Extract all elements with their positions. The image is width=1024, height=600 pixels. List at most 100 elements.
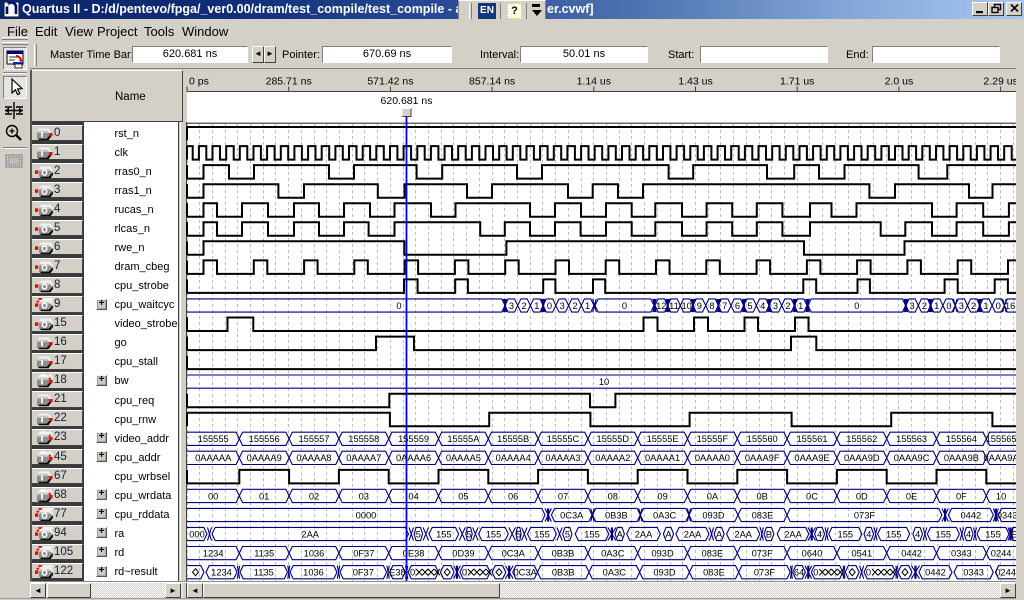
svg-text:0AAAA7: 0AAAA7: [346, 453, 381, 463]
svg-text:0AAAA9: 0AAAA9: [247, 453, 282, 463]
svg-text:1: 1: [585, 301, 590, 311]
svg-text:0AAA9E: 0AAA9E: [794, 453, 829, 463]
svg-text:1135: 1135: [254, 568, 274, 578]
svg-text:06: 06: [508, 491, 518, 501]
svg-text:15555E: 15555E: [647, 434, 679, 444]
svg-text:155: 155: [584, 529, 600, 539]
svg-text:5: 5: [416, 529, 421, 539]
svg-text:2: 2: [785, 301, 790, 311]
svg-text:155: 155: [886, 529, 902, 539]
svg-text:15555C: 15555C: [547, 434, 580, 444]
svg-text:0A3C: 0A3C: [603, 568, 627, 578]
svg-text:64: 64: [794, 568, 804, 578]
svg-text:0442: 0442: [960, 510, 981, 520]
svg-text:0AAAA6: 0AAAA6: [396, 453, 431, 463]
svg-text:155: 155: [436, 529, 452, 539]
svg-text:857.14 ns: 857.14 ns: [469, 76, 515, 88]
svg-text:0D: 0D: [856, 491, 868, 501]
svg-text:1: 1: [934, 301, 939, 311]
svg-text:073F: 073F: [754, 568, 776, 578]
svg-text:12: 12: [656, 301, 666, 311]
svg-text:0: 0: [462, 568, 467, 578]
svg-text:15555D: 15555D: [597, 434, 630, 444]
svg-text:8: 8: [709, 301, 714, 311]
svg-text:0AAA9C: 0AAA9C: [894, 453, 930, 463]
svg-text:0442: 0442: [925, 568, 946, 578]
svg-text:0AAAA3: 0AAAA3: [545, 453, 580, 463]
svg-text:15555A: 15555A: [447, 434, 480, 444]
svg-text:0: 0: [946, 301, 951, 311]
svg-text:4: 4: [915, 529, 920, 539]
svg-text:00: 00: [208, 491, 218, 501]
svg-text:2: 2: [922, 301, 927, 311]
svg-text:155: 155: [985, 529, 1001, 539]
svg-text:2AA: 2AA: [684, 529, 702, 539]
svg-text:2AA: 2AA: [635, 529, 653, 539]
svg-text:15555B: 15555B: [497, 434, 529, 444]
svg-text:08: 08: [608, 491, 618, 501]
svg-text:7: 7: [722, 301, 727, 311]
svg-text:2: 2: [971, 301, 976, 311]
svg-text:155559: 155559: [398, 434, 429, 444]
svg-text:0C3A: 0C3A: [502, 549, 526, 559]
svg-text:0E: 0E: [906, 491, 917, 501]
svg-text:15555F: 15555F: [697, 434, 729, 444]
svg-text:0: 0: [622, 301, 627, 311]
svg-text:083E: 083E: [703, 568, 725, 578]
svg-text:4: 4: [760, 301, 765, 311]
svg-text:B: B: [766, 529, 772, 539]
svg-text:0F37: 0F37: [353, 568, 374, 578]
svg-text:0 ps: 0 ps: [189, 76, 209, 88]
svg-text:0343: 0343: [963, 568, 984, 578]
svg-text:5: 5: [747, 301, 752, 311]
svg-text:11: 11: [669, 301, 679, 311]
svg-text:0343: 0343: [951, 549, 972, 559]
svg-text:2: 2: [572, 301, 577, 311]
svg-text:093D: 093D: [653, 568, 676, 578]
svg-text:A: A: [617, 529, 624, 539]
svg-text:10: 10: [682, 301, 692, 311]
svg-text:0A3C: 0A3C: [601, 549, 625, 559]
svg-text:155556: 155556: [249, 434, 280, 444]
svg-text:3: 3: [509, 301, 514, 311]
svg-text:0: 0: [854, 301, 859, 311]
svg-text:2.0 us: 2.0 us: [885, 76, 914, 88]
svg-text:155: 155: [838, 529, 854, 539]
svg-text:155: 155: [534, 529, 550, 539]
svg-text:A: A: [716, 529, 723, 539]
svg-text:0343: 0343: [997, 510, 1018, 520]
svg-text:0: 0: [866, 568, 871, 578]
svg-text:0: 0: [396, 301, 401, 311]
svg-text:000: 000: [189, 529, 205, 539]
svg-text:0541: 0541: [851, 549, 872, 559]
svg-text:0AAA9A: 0AAA9A: [984, 453, 1020, 463]
svg-text:03: 03: [359, 491, 369, 501]
svg-text:620.681 ns: 620.681 ns: [381, 95, 433, 107]
svg-text:0244: 0244: [991, 549, 1012, 559]
svg-text:571.42 ns: 571.42 ns: [367, 76, 413, 88]
svg-text:155: 155: [936, 529, 952, 539]
svg-text:2: 2: [522, 301, 527, 311]
svg-text:0: 0: [547, 301, 552, 311]
svg-text:0C3A: 0C3A: [560, 510, 584, 520]
svg-text:0AAAAA: 0AAAAA: [195, 453, 232, 463]
svg-text:A: A: [665, 529, 672, 539]
svg-text:4: 4: [966, 529, 971, 539]
svg-text:1.14 us: 1.14 us: [577, 76, 611, 88]
svg-text:2.29 us: 2.29 us: [983, 76, 1017, 88]
svg-text:093D: 093D: [651, 549, 674, 559]
svg-text:083E: 083E: [752, 510, 774, 520]
svg-text:1: 1: [534, 301, 539, 311]
svg-text:155560: 155560: [747, 434, 778, 444]
svg-text:6: 6: [735, 301, 740, 311]
svg-text:285.71 ns: 285.71 ns: [266, 76, 312, 88]
svg-text:2AA: 2AA: [734, 529, 752, 539]
svg-text:0AAA9B: 0AAA9B: [944, 453, 979, 463]
svg-text:0B3B: 0B3B: [552, 549, 575, 559]
svg-text:10: 10: [996, 491, 1006, 501]
svg-text:0AAAA4: 0AAAA4: [496, 453, 531, 463]
svg-text:093D: 093D: [702, 510, 725, 520]
svg-text:0: 0: [410, 568, 415, 578]
svg-text:1.71 us: 1.71 us: [780, 76, 814, 88]
svg-text:10: 10: [599, 377, 609, 387]
